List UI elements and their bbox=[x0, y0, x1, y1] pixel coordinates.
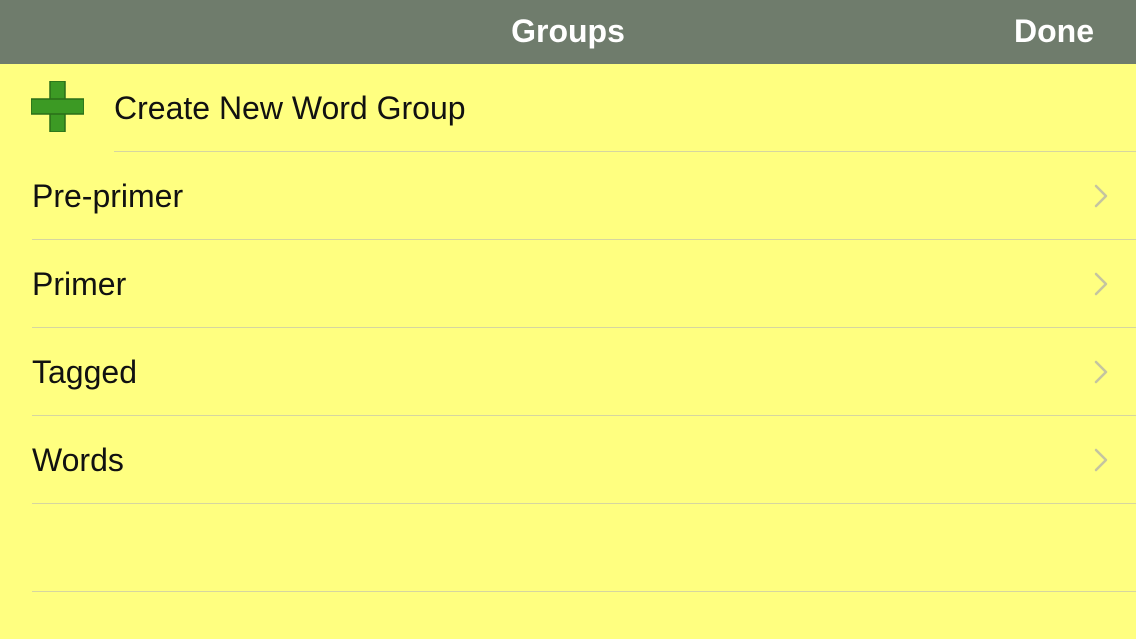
list-item[interactable]: Pre-primer bbox=[0, 152, 1136, 240]
create-new-word-group-row[interactable]: Create New Word Group bbox=[0, 64, 1136, 152]
chevron-right-icon bbox=[1094, 184, 1108, 208]
navigation-bar: Groups Done bbox=[0, 0, 1136, 64]
done-button[interactable]: Done bbox=[1014, 0, 1094, 64]
list-item-label: Primer bbox=[32, 266, 127, 302]
create-new-word-group-label: Create New Word Group bbox=[114, 90, 466, 126]
chevron-right-icon bbox=[1094, 272, 1108, 296]
list-item[interactable]: Words bbox=[0, 416, 1136, 504]
chevron-right-icon bbox=[1094, 448, 1108, 472]
groups-list: Create New Word Group Pre-primer Primer … bbox=[0, 64, 1136, 639]
page-title: Groups bbox=[511, 13, 625, 49]
list-item-label: Pre-primer bbox=[32, 178, 184, 214]
chevron-right-icon bbox=[1094, 360, 1108, 384]
plus-icon bbox=[31, 81, 84, 132]
list-item[interactable]: Primer bbox=[0, 240, 1136, 328]
list-item[interactable]: Tagged bbox=[0, 328, 1136, 416]
empty-row-divider bbox=[32, 591, 1136, 592]
row-divider bbox=[32, 503, 1136, 504]
list-item-label: Words bbox=[32, 442, 124, 478]
list-item-label: Tagged bbox=[32, 354, 137, 390]
